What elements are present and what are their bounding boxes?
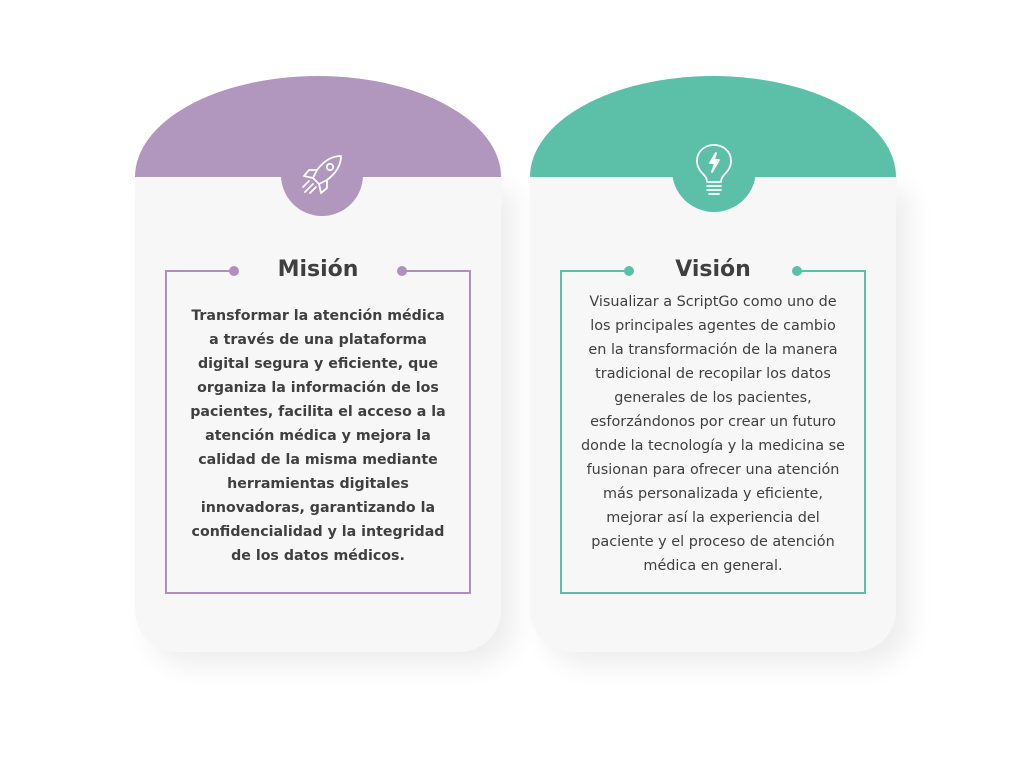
- mision-card: Misión Transformar la atención médica a …: [135, 76, 502, 652]
- frame-line: [560, 270, 562, 592]
- mision-text: Transformar la atención médica a través …: [190, 308, 446, 564]
- page: Misión Transformar la atención médica a …: [0, 0, 1024, 768]
- vision-icon-circle: [672, 128, 756, 212]
- vision-card: Visión Visualizar a ScriptGo como uno de…: [530, 76, 897, 652]
- frame-line: [165, 592, 471, 594]
- lightbulb-icon: [696, 144, 732, 195]
- mision-title: Misión: [277, 257, 359, 282]
- rocket-icon: [302, 155, 342, 194]
- vision-frame: Visión Visualizar a ScriptGo como uno de…: [560, 257, 866, 594]
- mision-icon-circle: [281, 134, 363, 216]
- frame-line: [469, 270, 471, 592]
- frame-line: [165, 270, 167, 592]
- mision-frame: Misión Transformar la atención médica a …: [165, 257, 471, 594]
- vision-title: Visión: [675, 257, 751, 282]
- vision-text: Visualizar a ScriptGo como uno de los pr…: [581, 294, 845, 574]
- frame-line: [560, 592, 866, 594]
- frame-line: [864, 270, 866, 592]
